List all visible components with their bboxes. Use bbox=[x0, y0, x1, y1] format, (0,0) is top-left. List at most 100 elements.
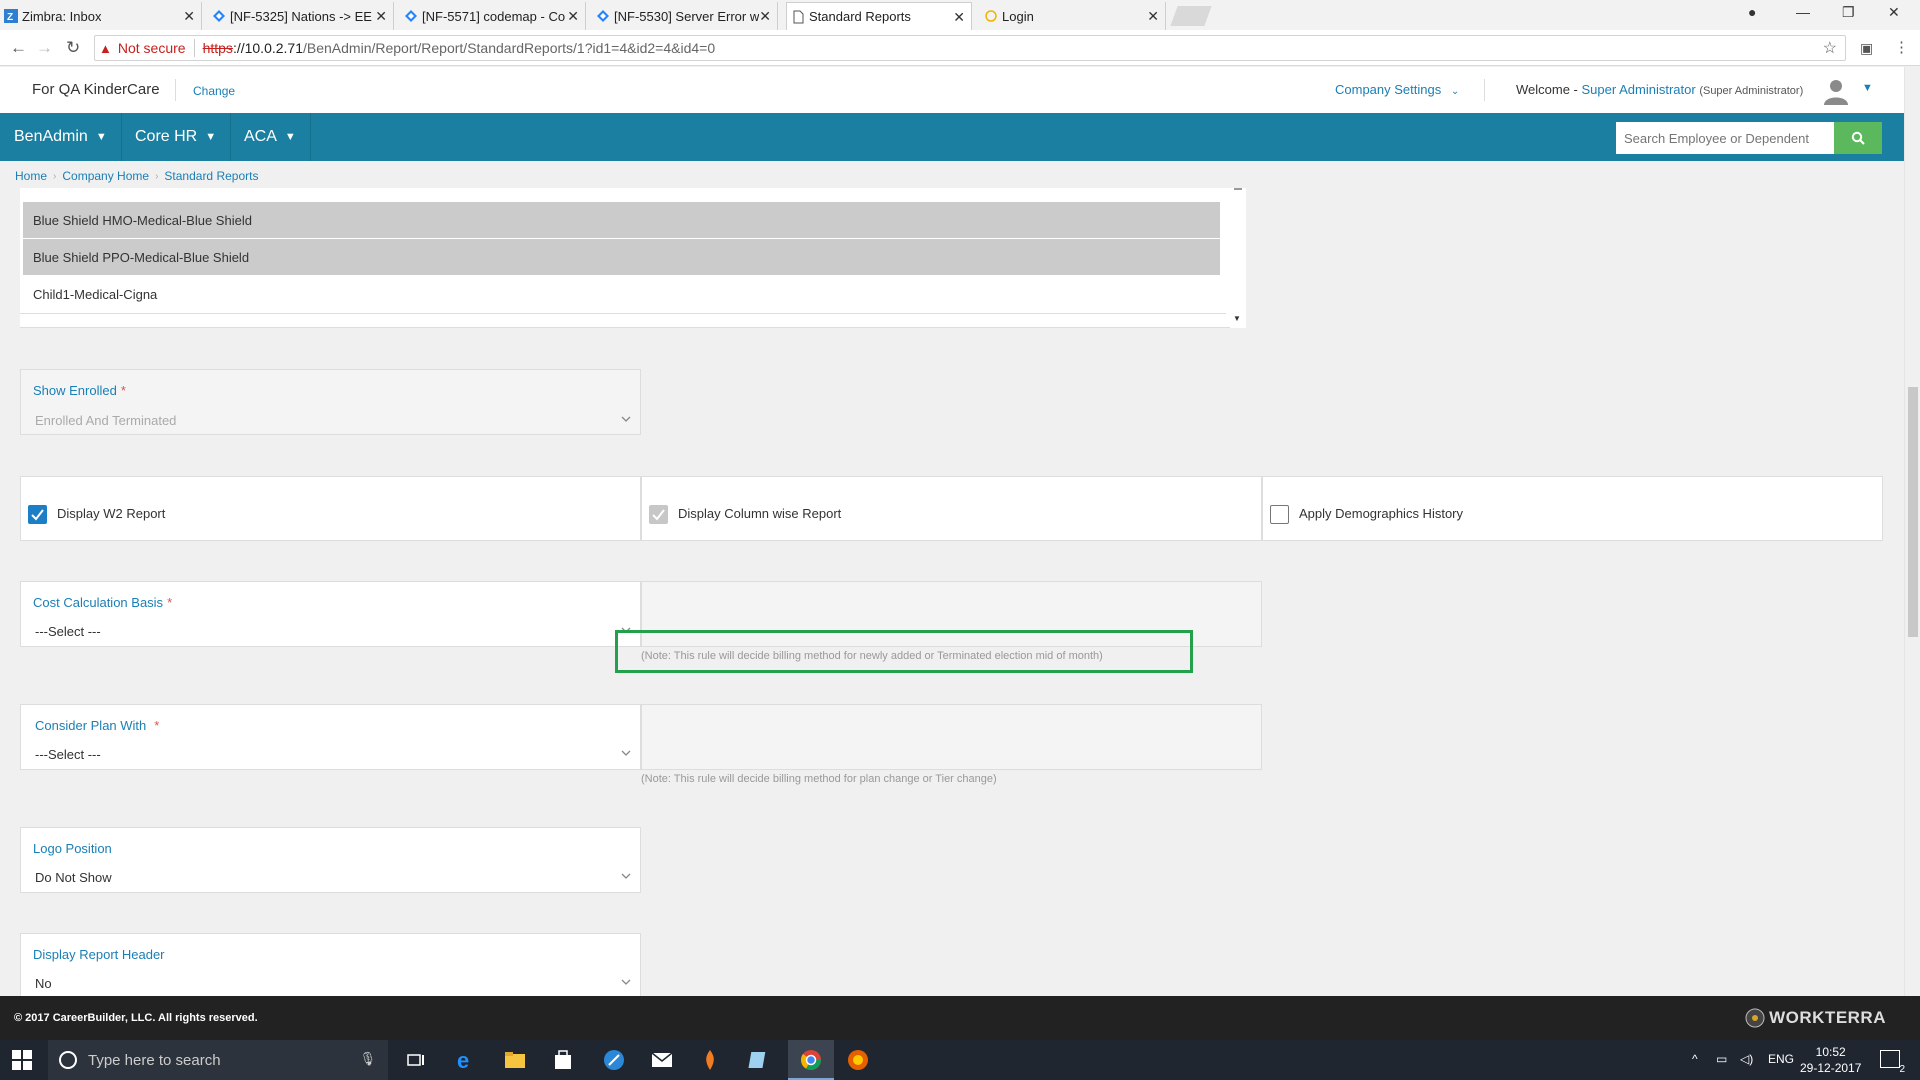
browser-tab-nf5325[interactable]: [NF-5325] Nations -> EE ✕ bbox=[208, 2, 394, 30]
browser-app-icon[interactable] bbox=[602, 1048, 626, 1072]
list-scrollbar[interactable]: ▼ bbox=[1230, 188, 1246, 328]
nav-core-hr[interactable]: Core HR ▼ bbox=[121, 113, 232, 161]
browser-tab-login[interactable]: Login ✕ bbox=[980, 2, 1166, 30]
tab-label: [NF-5571] codemap - Co bbox=[422, 8, 566, 24]
nav-aca[interactable]: ACA ▼ bbox=[230, 113, 311, 161]
microphone-icon[interactable]: 🎙 bbox=[359, 1051, 376, 1067]
back-icon[interactable]: ← bbox=[10, 38, 27, 58]
extension-icon[interactable]: ▣ bbox=[1860, 40, 1873, 57]
edge-icon[interactable]: e bbox=[454, 1048, 478, 1072]
windows-start-icon[interactable] bbox=[12, 1050, 32, 1070]
company-settings-menu[interactable]: Company Settings ⌄ bbox=[1335, 82, 1459, 97]
bookmark-star-icon[interactable]: ☆ bbox=[1823, 38, 1837, 58]
checkbox-label: Display W2 Report bbox=[57, 506, 166, 521]
not-secure-label: Not secure bbox=[117, 40, 186, 56]
mail-icon[interactable] bbox=[650, 1048, 674, 1072]
display-w2-option[interactable]: Display W2 Report bbox=[20, 476, 641, 541]
close-icon[interactable]: ✕ bbox=[375, 8, 387, 25]
employee-search-input[interactable] bbox=[1616, 122, 1834, 154]
display-report-header-select[interactable]: Display Report Header No bbox=[20, 933, 641, 999]
close-icon[interactable]: ✕ bbox=[759, 8, 771, 25]
warning-icon: ▲ bbox=[99, 40, 112, 56]
apply-demographics-checkbox[interactable] bbox=[1270, 505, 1289, 524]
brand-label: WORKTERRA bbox=[1769, 1008, 1886, 1027]
cost-calculation-basis-select[interactable]: Cost Calculation Basis * ---Select --- bbox=[20, 581, 641, 647]
nav-benadmin[interactable]: BenAdmin ▼ bbox=[0, 113, 122, 161]
apply-demographics-option[interactable]: Apply Demographics History bbox=[1262, 476, 1883, 541]
close-window-icon[interactable]: ✕ bbox=[1888, 4, 1900, 21]
list-item[interactable]: Child1-Medical-Cigna bbox=[23, 276, 1220, 312]
search-button[interactable] bbox=[1834, 122, 1882, 154]
list-item[interactable]: Blue Shield HMO-Medical-Blue Shield bbox=[23, 202, 1220, 238]
file-explorer-icon[interactable] bbox=[503, 1048, 527, 1072]
list-item[interactable]: Blue Shield PPO-Medical-Blue Shield bbox=[23, 239, 1220, 275]
task-view-icon[interactable] bbox=[404, 1048, 428, 1072]
forward-icon[interactable]: → bbox=[36, 38, 53, 58]
breadcrumb-standard-reports[interactable]: Standard Reports bbox=[164, 169, 258, 183]
scroll-up-icon[interactable] bbox=[1234, 188, 1242, 190]
scrollbar-thumb[interactable] bbox=[1908, 387, 1918, 637]
url-divider bbox=[193, 39, 195, 57]
url-field[interactable]: ▲ Not secure https://10.0.2.71/BenAdmin/… bbox=[94, 35, 1846, 61]
logo-position-select[interactable]: Logo Position Do Not Show bbox=[20, 827, 641, 893]
change-company-link[interactable]: Change bbox=[193, 84, 235, 98]
consider-plan-with-select[interactable]: Consider Plan With * ---Select --- bbox=[20, 704, 641, 770]
tray-chevron-up-icon[interactable]: ^ bbox=[1692, 1052, 1698, 1066]
highlight-annotation bbox=[615, 630, 1193, 673]
url-scheme: https bbox=[202, 40, 233, 56]
close-icon[interactable]: ✕ bbox=[1147, 8, 1159, 25]
user-menu-caret-icon[interactable]: ▼ bbox=[1862, 82, 1873, 94]
page-scrollbar[interactable] bbox=[1904, 67, 1920, 1039]
reload-icon[interactable]: ↻ bbox=[66, 38, 80, 58]
close-icon[interactable]: ✕ bbox=[953, 9, 965, 26]
flame-app-icon[interactable] bbox=[698, 1048, 722, 1072]
browser-tab-nf5530[interactable]: [NF-5530] Server Error w ✕ bbox=[592, 2, 778, 30]
breadcrumb-company-home[interactable]: Company Home bbox=[62, 169, 149, 183]
display-w2-checkbox[interactable] bbox=[28, 505, 47, 524]
close-icon[interactable]: ✕ bbox=[183, 8, 195, 25]
chevron-right-icon: › bbox=[155, 170, 159, 182]
taskbar-search[interactable]: Type here to search 🎙 bbox=[48, 1040, 388, 1080]
browser-tab-zimbra[interactable]: Z Zimbra: Inbox ✕ bbox=[0, 2, 202, 30]
scroll-down-icon[interactable]: ▼ bbox=[1233, 314, 1241, 323]
breadcrumb-home[interactable]: Home bbox=[15, 169, 47, 183]
consider-plan-note: (Note: This rule will decide billing met… bbox=[641, 773, 997, 785]
network-icon[interactable]: ▭ bbox=[1716, 1052, 1727, 1066]
not-secure-indicator[interactable]: ▲ Not secure bbox=[99, 40, 186, 56]
language-indicator[interactable]: ENG bbox=[1768, 1052, 1794, 1066]
breadcrumb: Home › Company Home › Standard Reports bbox=[15, 169, 258, 183]
avatar[interactable] bbox=[1822, 77, 1850, 105]
close-icon[interactable]: ✕ bbox=[567, 8, 579, 25]
chevron-down-icon: ▼ bbox=[205, 131, 217, 143]
chevron-down-icon: ▼ bbox=[95, 131, 107, 143]
volume-icon[interactable]: ◁) bbox=[1740, 1052, 1753, 1066]
user-name-link[interactable]: Super Administrator bbox=[1582, 82, 1696, 97]
workterra-logo-icon bbox=[1745, 1008, 1765, 1028]
show-enrolled-select[interactable]: Show Enrolled * Enrolled And Terminated bbox=[20, 369, 641, 435]
browser-tab-nf5571[interactable]: [NF-5571] codemap - Co ✕ bbox=[400, 2, 586, 30]
restore-icon[interactable]: ❐ bbox=[1842, 4, 1855, 21]
minimize-icon[interactable]: — bbox=[1796, 4, 1810, 20]
chrome-taskbar-button[interactable] bbox=[788, 1040, 834, 1080]
new-tab-button[interactable] bbox=[1170, 6, 1212, 26]
profile-icon[interactable]: ● bbox=[1748, 4, 1756, 20]
browser-tabbar: Z Zimbra: Inbox ✕ [NF-5325] Nations -> E… bbox=[0, 0, 1920, 30]
checkmark-icon bbox=[31, 509, 44, 521]
chevron-right-icon: › bbox=[53, 170, 57, 182]
notepad-icon[interactable] bbox=[747, 1048, 771, 1072]
jira-icon bbox=[405, 10, 417, 22]
browser-tab-standard-reports[interactable]: Standard Reports ✕ bbox=[786, 2, 972, 30]
firefox-icon[interactable] bbox=[846, 1048, 870, 1072]
store-icon[interactable] bbox=[551, 1048, 575, 1072]
chevron-down-icon bbox=[621, 873, 631, 879]
field-value: No bbox=[35, 976, 52, 991]
menu-dots-icon[interactable]: ⋮ bbox=[1894, 38, 1909, 56]
chevron-down-icon: ⌄ bbox=[1450, 86, 1460, 97]
plan-select-list[interactable]: Blue Shield HMO-Medical-Blue Shield Blue… bbox=[20, 188, 1246, 328]
chevron-down-icon bbox=[621, 979, 631, 985]
app-header: For QA KinderCare Change Company Setting… bbox=[0, 67, 1904, 113]
checkbox-label: Apply Demographics History bbox=[1299, 506, 1464, 521]
taskbar-search-placeholder: Type here to search bbox=[88, 1051, 221, 1069]
taskbar-clock[interactable]: 10:52 29-12-2017 bbox=[1800, 1044, 1861, 1076]
action-center-icon[interactable]: 2 bbox=[1880, 1050, 1905, 1075]
